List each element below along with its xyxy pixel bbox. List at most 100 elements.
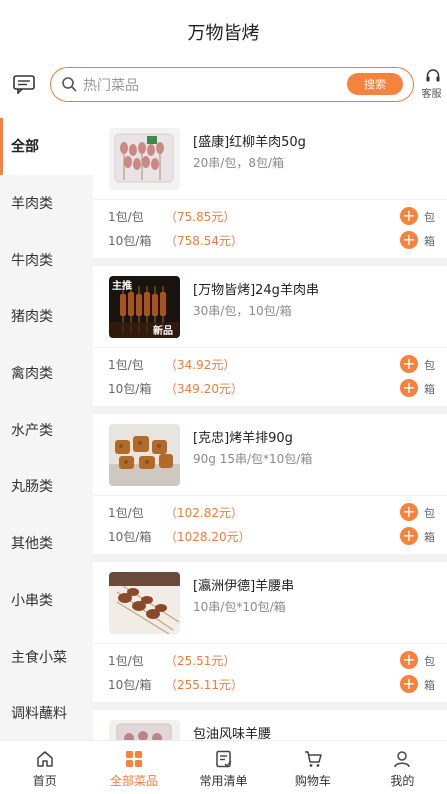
category-label: 禽肉类 [11, 366, 53, 383]
price-row: 10包/箱 （349.20元） + 箱 [93, 376, 447, 400]
cart-icon [304, 751, 322, 767]
category-label: 丸肠类 [11, 479, 53, 496]
category-item-pork[interactable]: 猪肉类 [0, 288, 93, 345]
category-item-lamb[interactable]: 羊肉类 [0, 175, 93, 232]
product-badge-new: 新品 [153, 324, 173, 337]
product-card[interactable]: 包油风味羊腰 [93, 710, 447, 740]
product-image[interactable] [109, 128, 180, 190]
price-row: 10包/箱 （1028.20元） + 箱 [93, 524, 447, 548]
product-card[interactable]: [瀛洲伊德]羊腰串 10串/包*10包/箱 1包/包 （25.51元） + 包 … [93, 562, 447, 702]
add-unit-label: 包 [424, 655, 435, 668]
headset-icon [426, 69, 440, 82]
tab-label: 首页 [32, 774, 57, 788]
tab-home[interactable]: 首页 [0, 741, 89, 794]
category-label: 调料蘸料 [11, 706, 67, 723]
price-value: （25.51元） [165, 654, 236, 668]
add-to-cart-button[interactable]: + [400, 651, 418, 669]
tab-label: 购物车 [294, 774, 331, 788]
search-bar: 热门菜品 搜索 客服 [0, 62, 447, 106]
product-image[interactable] [109, 720, 180, 740]
product-spec: 20串/包，8包/箱 [193, 156, 284, 170]
add-to-cart-button[interactable]: + [400, 355, 418, 373]
message-icon[interactable] [12, 74, 36, 95]
price-value: （255.11元） [165, 678, 243, 692]
add-to-cart-button[interactable]: + [400, 207, 418, 225]
category-item-all[interactable]: 全部 [0, 118, 93, 175]
page-title: 万物皆烤 [187, 23, 260, 44]
tab-profile[interactable]: 我的 [358, 741, 447, 794]
price-unit: 1包/包 [108, 358, 144, 372]
category-label: 猪肉类 [11, 309, 53, 326]
add-to-cart-button[interactable]: + [400, 675, 418, 693]
app-header: 万物皆烤 [0, 0, 447, 60]
category-item-small-skewers[interactable]: 小串类 [0, 572, 93, 629]
product-spec: 30串/包，10包/箱 [193, 304, 292, 318]
price-value: （102.82元） [165, 506, 243, 520]
category-label: 其他类 [11, 536, 53, 553]
product-card[interactable]: 主推 新品 [万物皆烤]24g羊肉串 30串/包，10包/箱 1包/包 （34.… [93, 266, 447, 406]
category-label: 水产类 [11, 422, 53, 439]
price-row: 1包/包 （75.85元） + 包 [93, 204, 447, 228]
price-row: 10包/箱 （255.11元） + 箱 [93, 672, 447, 696]
product-card[interactable]: [盛康]红柳羊肉50g 20串/包，8包/箱 1包/包 （75.85元） + 包… [93, 118, 447, 258]
category-item-other[interactable]: 其他类 [0, 515, 93, 572]
product-image[interactable]: 主推 新品 [109, 276, 180, 338]
category-item-staples[interactable]: 主食小菜 [0, 628, 93, 685]
price-unit: 10包/箱 [108, 382, 152, 396]
product-name: 包油风味羊腰 [193, 727, 272, 740]
price-value: （758.54元） [165, 234, 243, 248]
list-icon [215, 750, 232, 768]
customer-service-button[interactable]: 客服 [421, 68, 445, 100]
category-label: 主食小菜 [11, 649, 67, 666]
add-unit-label: 箱 [424, 383, 435, 396]
category-item-seafood[interactable]: 水产类 [0, 401, 93, 458]
product-list: [盛康]红柳羊肉50g 20串/包，8包/箱 1包/包 （75.85元） + 包… [93, 118, 447, 740]
tab-all-dishes[interactable]: 全部菜品 [89, 741, 178, 794]
tab-cart[interactable]: 购物车 [268, 741, 357, 794]
product-spec: 10串/包*10包/箱 [193, 600, 286, 614]
product-card[interactable]: [克忠]烤羊排90g 90g 15串/包*10包/箱 1包/包 （102.82元… [93, 414, 447, 554]
tab-favorites-list[interactable]: 常用清单 [179, 741, 268, 794]
add-to-cart-button[interactable]: + [400, 503, 418, 521]
category-item-beef[interactable]: 牛肉类 [0, 231, 93, 288]
category-label: 牛肉类 [11, 252, 53, 269]
price-unit: 1包/包 [108, 654, 144, 668]
category-label: 小串类 [11, 592, 53, 609]
price-row: 1包/包 （34.92元） + 包 [93, 352, 447, 376]
add-unit-label: 包 [424, 507, 435, 520]
add-unit-label: 包 [424, 211, 435, 224]
tab-label: 常用清单 [199, 774, 248, 788]
search-input[interactable]: 热门菜品 搜索 [50, 67, 414, 102]
category-item-seasonings[interactable]: 调料蘸料 [0, 685, 93, 740]
add-to-cart-button[interactable]: + [400, 231, 418, 249]
add-to-cart-button[interactable]: + [400, 379, 418, 397]
add-to-cart-button[interactable]: + [400, 527, 418, 545]
product-image[interactable] [109, 572, 180, 634]
product-image[interactable] [109, 424, 180, 486]
grid-icon [126, 751, 143, 767]
home-icon [36, 751, 53, 767]
price-value: （1028.20元） [165, 530, 251, 544]
product-badge-main: 主推 [112, 279, 132, 292]
price-unit: 1包/包 [108, 506, 144, 520]
add-unit-label: 包 [424, 359, 435, 372]
user-icon [394, 751, 411, 768]
price-unit: 1包/包 [108, 210, 144, 224]
add-unit-label: 箱 [424, 235, 435, 248]
add-unit-label: 箱 [424, 531, 435, 544]
category-sidebar: 全部 羊肉类 牛肉类 猪肉类 禽肉类 水产类 丸肠类 其他类 小串类 主食小菜 … [0, 118, 93, 740]
price-row: 10包/箱 （758.54元） + 箱 [93, 228, 447, 252]
search-placeholder: 热门菜品 [83, 78, 139, 94]
category-item-poultry[interactable]: 禽肉类 [0, 345, 93, 402]
price-row: 1包/包 （102.82元） + 包 [93, 500, 447, 524]
customer-service-label: 客服 [421, 89, 442, 100]
search-button[interactable]: 搜索 [347, 73, 403, 95]
price-value: （349.20元） [165, 382, 243, 396]
category-item-meatballs[interactable]: 丸肠类 [0, 458, 93, 515]
product-name: [瀛洲伊德]羊腰串 [193, 579, 295, 594]
category-label: 羊肉类 [11, 196, 53, 213]
price-unit: 10包/箱 [108, 678, 152, 692]
tab-label: 全部菜品 [110, 774, 159, 788]
price-value: （34.92元） [165, 358, 236, 372]
category-label: 全部 [11, 139, 39, 156]
